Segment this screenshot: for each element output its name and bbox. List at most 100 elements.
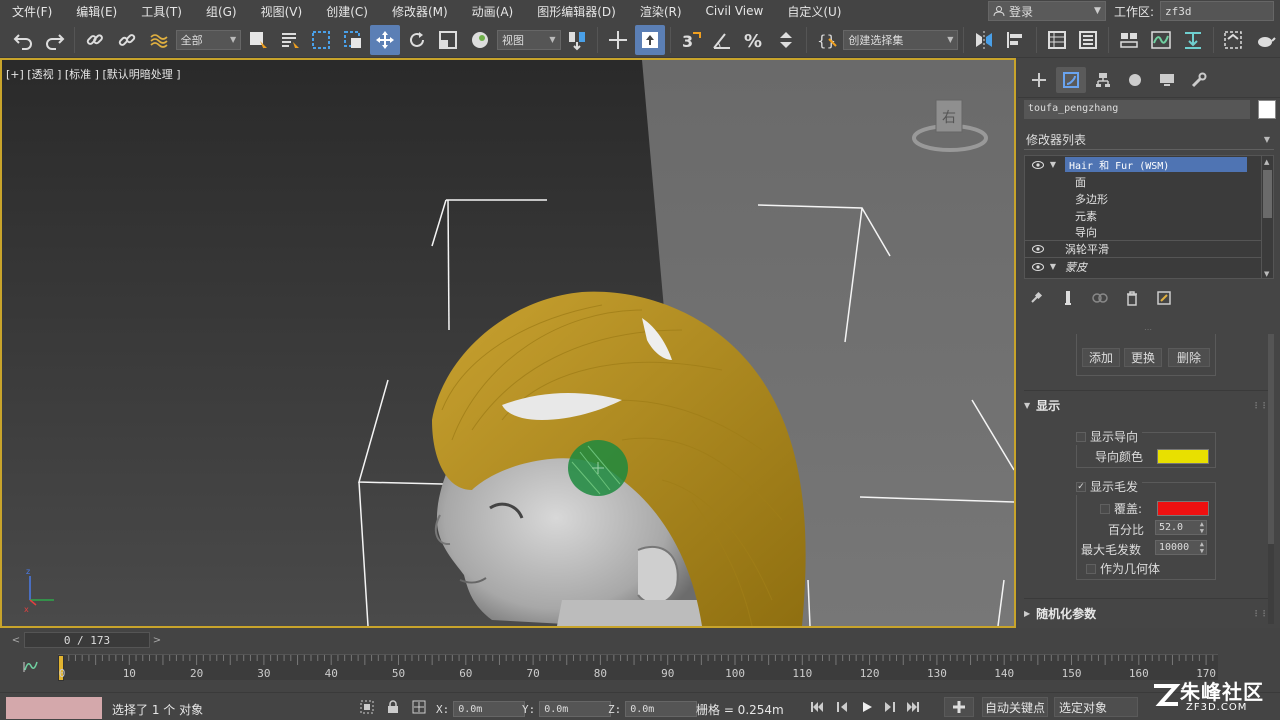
expand-triangle-icon[interactable]: ▼ — [1047, 160, 1059, 169]
scroll-up-icon[interactable]: ▲ — [1264, 158, 1269, 166]
tab-hierarchy[interactable] — [1088, 67, 1118, 93]
keyboard-shortcut-override-button[interactable] — [635, 24, 665, 55]
tab-utilities[interactable] — [1184, 67, 1214, 93]
add-button[interactable]: 添加 — [1082, 348, 1120, 367]
menu-graph-editors[interactable]: 图形编辑器(D) — [525, 3, 628, 20]
eye-icon[interactable] — [1029, 245, 1047, 253]
override-color-swatch[interactable] — [1157, 501, 1209, 516]
selection-filter-dropdown[interactable]: 全部 ▼ — [175, 29, 242, 50]
tab-motion[interactable] — [1120, 67, 1150, 93]
absolute-relative-toggle[interactable] — [410, 699, 428, 715]
ribbon-toggle-button[interactable] — [1114, 25, 1144, 55]
menu-group[interactable]: 组(G) — [194, 3, 249, 20]
stack-subitem-guides[interactable]: 导向 — [1025, 224, 1273, 241]
schematic-view-button[interactable] — [1178, 25, 1208, 55]
track-area[interactable]: 0 10 20 30 40 50 60 70 80 90 100 110 120 130 140 150 160… — [58, 654, 1218, 681]
object-name-field[interactable]: toufa_pengzhang — [1024, 100, 1250, 119]
randomize-rollout-header[interactable]: ▶ 随机化参数 ⋮⋮ — [1024, 604, 1268, 622]
spinner-snap-button[interactable] — [771, 25, 801, 55]
object-color-swatch[interactable] — [1258, 100, 1276, 119]
next-frame-arrow-icon[interactable]: > — [151, 633, 163, 647]
angle-snap-button[interactable] — [707, 25, 737, 55]
maxscript-listener-box[interactable] — [6, 697, 102, 719]
render-setup-button[interactable] — [1250, 25, 1280, 55]
stack-item-turbosmooth[interactable]: 涡轮平滑 — [1025, 241, 1273, 258]
menu-edit[interactable]: 编辑(E) — [64, 3, 129, 20]
percent-snap-button[interactable]: % — [739, 25, 769, 55]
layer-explorer-button[interactable] — [1074, 25, 1104, 55]
viewport-label[interactable]: [+] [透视 ] [标准 ] [默认明暗处理 ] — [6, 66, 181, 82]
spinner-arrows-icon[interactable]: ▲ ▼ — [1200, 541, 1204, 555]
menu-animation[interactable]: 动画(A) — [460, 3, 526, 20]
align-button[interactable] — [1001, 25, 1031, 55]
z-field[interactable]: 0.0m — [625, 701, 698, 717]
material-editor-button[interactable] — [1219, 25, 1249, 55]
edit-named-selection-button[interactable]: {} — [812, 25, 842, 55]
stack-subitem-face[interactable]: 面 — [1025, 173, 1273, 190]
configure-modifier-sets-button[interactable] — [1152, 288, 1176, 308]
eye-icon[interactable] — [1029, 160, 1047, 169]
modifier-list-dropdown[interactable]: 修改器列表 ▼ — [1024, 130, 1274, 150]
command-panel-scrollbar[interactable] — [1268, 334, 1274, 624]
redo-button[interactable] — [40, 25, 70, 55]
unlink-button[interactable] — [112, 25, 142, 55]
link-button[interactable] — [80, 25, 110, 55]
menu-customize[interactable]: 自定义(U) — [775, 3, 853, 20]
select-scale-button[interactable] — [434, 25, 464, 55]
rectangular-selection-button[interactable] — [307, 25, 337, 55]
select-by-name-button[interactable] — [275, 25, 305, 55]
scrollbar-thumb[interactable] — [1263, 170, 1272, 218]
snaps-toggle-button[interactable]: 3 — [676, 25, 706, 55]
make-unique-button[interactable] — [1088, 288, 1112, 308]
perspective-viewport[interactable]: z x [+] [透视 ] [标准 ] [默认明暗处理 ] 右 — [0, 58, 1016, 628]
select-manipulate-button[interactable] — [603, 25, 633, 55]
scroll-down-icon[interactable]: ▼ — [1264, 270, 1269, 278]
isolate-selection-button[interactable] — [358, 699, 376, 715]
viewcube[interactable]: 右 — [910, 94, 990, 167]
menu-modifiers[interactable]: 修改器(M) — [380, 3, 460, 20]
named-selection-dropdown[interactable]: 创建选择集 ▼ — [843, 29, 959, 50]
x-field[interactable]: 0.0m — [453, 701, 526, 717]
login-dropdown[interactable]: 登录 ▼ — [987, 1, 1106, 21]
show-end-result-button[interactable] — [1056, 288, 1080, 308]
max-hairs-spinner[interactable]: 10000 ▲ ▼ — [1155, 540, 1207, 555]
undo-button[interactable] — [8, 25, 38, 55]
as-geometry-checkbox[interactable]: 作为几何体 — [1086, 560, 1160, 577]
mini-curve-editor-toggle[interactable] — [22, 660, 40, 677]
set-key-button[interactable] — [944, 697, 974, 717]
stack-item-skin[interactable]: ▼ 蒙皮 — [1025, 258, 1273, 275]
bind-space-warp-button[interactable] — [144, 25, 174, 55]
stack-subitem-polygon[interactable]: 多边形 — [1025, 190, 1273, 207]
menu-civil-view[interactable]: Civil View — [694, 4, 776, 18]
stack-subitem-element[interactable]: 元素 — [1025, 207, 1273, 224]
go-to-end-button[interactable] — [904, 699, 922, 715]
scene-explorer-button[interactable] — [1042, 25, 1072, 55]
previous-frame-button[interactable] — [834, 699, 852, 715]
stack-item-hair-and-fur[interactable]: ▼ Hair 和 Fur (WSM) — [1025, 156, 1273, 173]
tab-modify[interactable] — [1056, 66, 1086, 93]
curve-editor-button[interactable] — [1146, 25, 1176, 55]
percent-spinner[interactable]: 52.0 ▲ ▼ — [1155, 520, 1207, 535]
override-checkbox[interactable]: 覆盖: — [1100, 500, 1142, 517]
auto-key-button[interactable]: 自动关键点 — [982, 697, 1048, 717]
time-slider-handle[interactable]: 0 / 173 — [24, 632, 150, 648]
play-button[interactable] — [858, 699, 876, 715]
selection-lock-button[interactable] — [384, 699, 402, 715]
previous-frame-arrow-icon[interactable]: < — [10, 633, 22, 647]
go-to-start-button[interactable] — [808, 699, 826, 715]
menu-rendering[interactable]: 渲染(R) — [628, 3, 694, 20]
menu-tools[interactable]: 工具(T) — [129, 3, 194, 20]
guide-color-swatch[interactable] — [1157, 449, 1209, 464]
menu-views[interactable]: 视图(V) — [249, 3, 315, 20]
show-hair-checkbox[interactable]: ✓ 显示毛发 — [1076, 478, 1143, 495]
stack-scrollbar[interactable]: ▲ ▼ — [1261, 156, 1273, 278]
select-rotate-button[interactable] — [402, 25, 432, 55]
next-frame-button[interactable] — [880, 699, 898, 715]
select-place-button[interactable] — [465, 25, 495, 55]
show-guides-checkbox[interactable]: 显示导向 — [1076, 428, 1143, 445]
menu-file[interactable]: 文件(F) — [0, 3, 64, 20]
spinner-arrows-icon[interactable]: ▲ ▼ — [1200, 521, 1204, 535]
key-filter-dropdown[interactable]: 选定对象 — [1054, 697, 1138, 717]
pin-stack-button[interactable] — [1024, 288, 1048, 308]
delete-button[interactable]: 删除 — [1168, 348, 1210, 367]
